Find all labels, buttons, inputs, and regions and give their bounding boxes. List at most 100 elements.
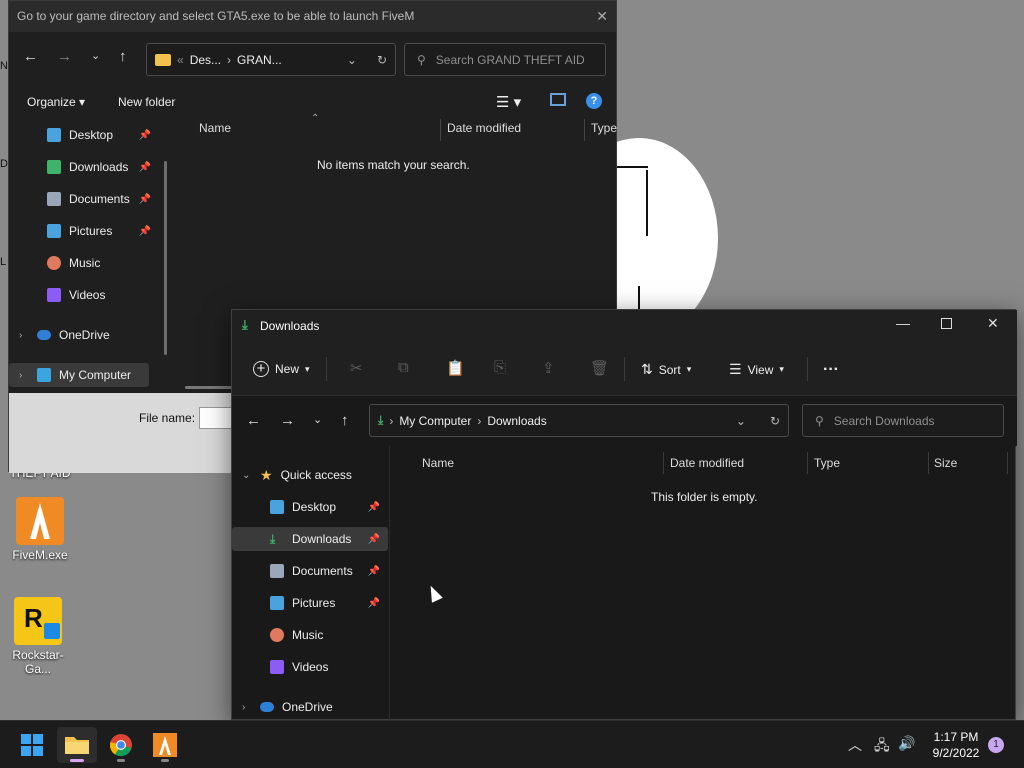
chevron-right-icon[interactable]: › <box>19 330 29 341</box>
volume-icon[interactable]: 🔊 <box>898 735 915 752</box>
help-icon[interactable]: ? <box>586 93 602 109</box>
pin-icon[interactable]: 📌 <box>368 566 380 577</box>
back-arrow-icon[interactable]: ← <box>246 412 261 429</box>
pin-icon[interactable]: 📌 <box>368 502 380 513</box>
sort-button[interactable]: ⇅ Sort ▾ <box>641 361 691 378</box>
taskbar-fivem[interactable] <box>145 727 185 763</box>
sidebar-item-onedrive[interactable]: › OneDrive <box>232 695 388 719</box>
explorer-address-bar[interactable]: ⤓ › My Computer › Downloads ⌄ ↻ <box>369 404 789 437</box>
new-folder-button[interactable]: New folder <box>118 95 175 109</box>
network-icon[interactable]: 🖧 <box>874 735 890 759</box>
delete-icon[interactable]: 🗑 <box>590 359 609 377</box>
column-header-date-modified[interactable]: Date modified <box>670 456 744 470</box>
column-header-name[interactable]: Name <box>422 456 454 470</box>
close-icon[interactable]: ✕ <box>987 315 999 332</box>
breadcrumb-item[interactable]: Des... <box>190 53 221 67</box>
pin-icon[interactable]: 📌 <box>139 226 151 237</box>
more-options-button[interactable]: ··· <box>823 361 839 379</box>
view-options-icon[interactable]: ☰ ▾ <box>496 93 521 111</box>
chevron-down-icon[interactable]: ⌄ <box>736 414 746 428</box>
share-icon[interactable]: ⇪ <box>542 359 555 377</box>
column-header-size[interactable]: Size <box>934 456 957 470</box>
chevron-down-icon: ▾ <box>779 364 784 374</box>
pin-icon[interactable]: 📌 <box>368 598 380 609</box>
dialog-search-box[interactable]: ⚲ Search GRAND THEFT AID <box>404 43 606 76</box>
pin-icon[interactable]: 📌 <box>368 534 380 545</box>
music-icon <box>47 256 61 270</box>
chevron-up-icon[interactable]: ︿ <box>848 735 862 755</box>
back-arrow-icon[interactable]: ← <box>23 48 38 65</box>
column-separator[interactable] <box>928 452 929 474</box>
clock[interactable]: 1:17 PM 9/2/2022 <box>920 729 992 761</box>
sidebar-item-music[interactable]: Music <box>9 251 159 275</box>
search-input[interactable]: Search Downloads <box>834 414 935 428</box>
sidebar-item-videos[interactable]: Videos <box>9 283 159 307</box>
refresh-icon[interactable]: ↻ <box>770 414 780 428</box>
minimize-icon[interactable]: — <box>896 315 910 331</box>
chevron-right-icon[interactable]: › <box>19 370 29 381</box>
explorer-search-box[interactable]: ⚲ Search Downloads <box>802 404 1004 437</box>
sidebar-item-music[interactable]: Music <box>232 623 388 647</box>
copy-icon[interactable]: ⧉ <box>398 359 409 376</box>
sidebar-item-pictures[interactable]: Pictures 📌 <box>232 591 388 615</box>
desktop-icon-fivem[interactable]: FiveM.exe <box>2 497 78 562</box>
breadcrumb-item[interactable]: My Computer <box>399 414 471 428</box>
desktop-edge-text: D <box>0 158 8 170</box>
maximize-icon[interactable] <box>941 318 952 329</box>
column-header-name[interactable]: Name <box>199 121 231 141</box>
column-separator[interactable] <box>807 452 808 474</box>
sidebar-item-desktop[interactable]: Desktop 📌 <box>9 123 159 147</box>
sidebar-scrollbar[interactable] <box>164 161 167 355</box>
chevron-right-icon[interactable]: › <box>242 702 252 713</box>
sidebar-item-downloads[interactable]: Downloads 📌 <box>9 155 159 179</box>
sidebar-item-videos[interactable]: Videos <box>232 655 388 679</box>
organize-button[interactable]: Organize ▾ <box>27 95 85 109</box>
chevron-down-icon[interactable]: ⌄ <box>91 49 100 62</box>
preview-pane-icon[interactable] <box>550 93 566 106</box>
column-header-type[interactable]: Type <box>591 121 617 141</box>
command-bar: + New ▾ ✂ ⧉ 📋 ⎘ ⇪ 🗑 ⇅ Sort ▾ ☰ View ▾ ··· <box>232 341 1017 396</box>
chevron-down-icon[interactable]: ⌄ <box>347 53 357 67</box>
sidebar-item-my-computer[interactable]: › My Computer <box>9 363 149 387</box>
up-arrow-icon[interactable]: ↑ <box>119 48 127 65</box>
column-header-type[interactable]: Type <box>814 456 840 470</box>
column-separator[interactable] <box>584 119 585 141</box>
sidebar-item-onedrive[interactable]: › OneDrive <box>9 323 159 347</box>
sidebar-item-desktop[interactable]: Desktop 📌 <box>232 495 388 519</box>
column-header-date-modified[interactable]: Date modified <box>447 121 521 141</box>
refresh-icon[interactable]: ↻ <box>377 53 387 67</box>
taskbar-file-explorer[interactable] <box>57 727 97 763</box>
sidebar-item-pictures[interactable]: Pictures 📌 <box>9 219 159 243</box>
taskbar-chrome[interactable] <box>101 727 141 763</box>
pin-icon[interactable]: 📌 <box>139 194 151 205</box>
notification-badge[interactable]: 1 <box>988 737 1004 753</box>
sidebar-item-label: Music <box>292 628 324 642</box>
column-separator[interactable] <box>663 452 664 474</box>
close-icon[interactable]: ✕ <box>596 1 608 32</box>
sidebar-item-quick-access[interactable]: ⌄ ★ Quick access <box>232 463 388 487</box>
new-button[interactable]: + New ▾ <box>253 361 310 377</box>
pin-icon[interactable]: 📌 <box>139 162 151 173</box>
forward-arrow-icon[interactable]: → <box>57 48 72 65</box>
search-input[interactable]: Search GRAND THEFT AID <box>436 53 585 67</box>
pin-icon[interactable]: 📌 <box>139 130 151 141</box>
column-separator[interactable] <box>440 119 441 141</box>
up-arrow-icon[interactable]: ↑ <box>341 412 349 429</box>
column-separator[interactable] <box>1007 452 1008 474</box>
sidebar-item-documents[interactable]: Documents 📌 <box>9 187 159 211</box>
paste-icon[interactable]: 📋 <box>446 359 465 377</box>
sidebar-item-downloads[interactable]: ⤓ Downloads 📌 <box>232 527 388 551</box>
view-button[interactable]: ☰ View ▾ <box>729 361 784 378</box>
forward-arrow-icon[interactable]: → <box>280 412 295 429</box>
sidebar-item-documents[interactable]: Documents 📌 <box>232 559 388 583</box>
breadcrumb-item[interactable]: GRAN... <box>237 53 282 67</box>
desktop-icon-rockstar[interactable]: R Rockstar-Ga... <box>0 597 76 676</box>
rename-icon[interactable]: ⎘ <box>494 359 506 376</box>
horizontal-scrollbar[interactable] <box>185 386 233 389</box>
chevron-down-icon[interactable]: ⌄ <box>242 470 252 481</box>
breadcrumb-item[interactable]: Downloads <box>487 414 546 428</box>
start-button[interactable] <box>12 727 52 763</box>
chevron-down-icon[interactable]: ⌄ <box>313 413 322 426</box>
dialog-address-bar[interactable]: « Des... › GRAN... ⌄ ↻ <box>146 43 396 76</box>
cut-icon[interactable]: ✂ <box>350 359 363 377</box>
